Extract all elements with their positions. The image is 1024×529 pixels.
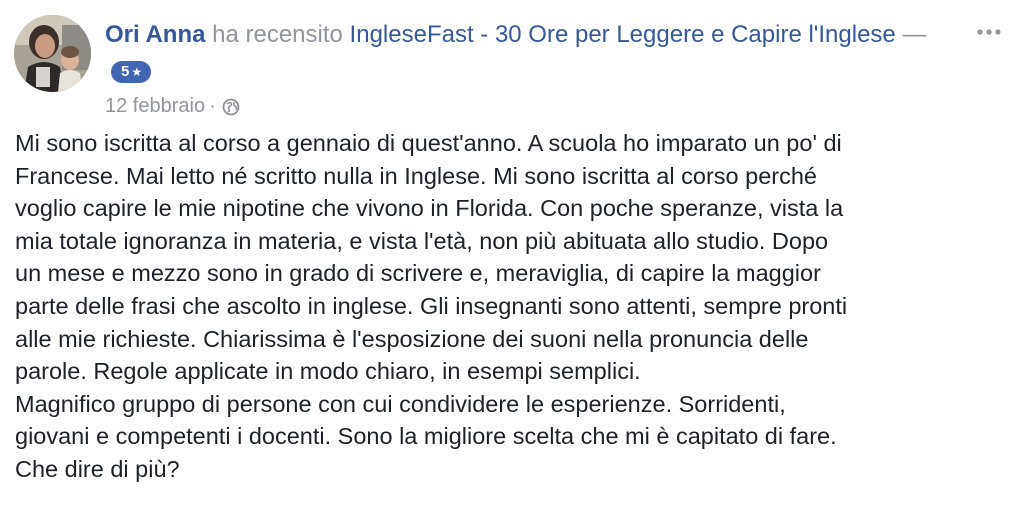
rating-badge: 5 ★: [111, 61, 152, 83]
globe-icon[interactable]: [222, 97, 240, 116]
more-options-icon[interactable]: [974, 22, 1006, 42]
avatar[interactable]: [14, 15, 91, 92]
post-date-link[interactable]: 12 febbraio: [105, 93, 205, 119]
reviewed-page-link[interactable]: IngleseFast - 30 Ore per Leggere e Capir…: [350, 21, 896, 48]
rating-separator: —: [902, 21, 927, 48]
post-header: Ori Anna ha recensito IngleseFast - 30 O…: [105, 16, 935, 90]
star-icon: ★: [131, 65, 143, 79]
avatar-photo: [14, 15, 91, 92]
post-meta: 12 febbraio ·: [105, 93, 240, 119]
review-text: Mi sono iscritta al corso a gennaio di q…: [15, 130, 848, 482]
review-post: Ori Anna ha recensito IngleseFast - 30 O…: [0, 0, 1024, 529]
review-verb: ha recensito: [212, 21, 343, 48]
author-name-link[interactable]: Ori Anna: [105, 21, 205, 48]
rating-value: 5: [121, 63, 130, 80]
meta-separator: ·: [209, 95, 216, 117]
